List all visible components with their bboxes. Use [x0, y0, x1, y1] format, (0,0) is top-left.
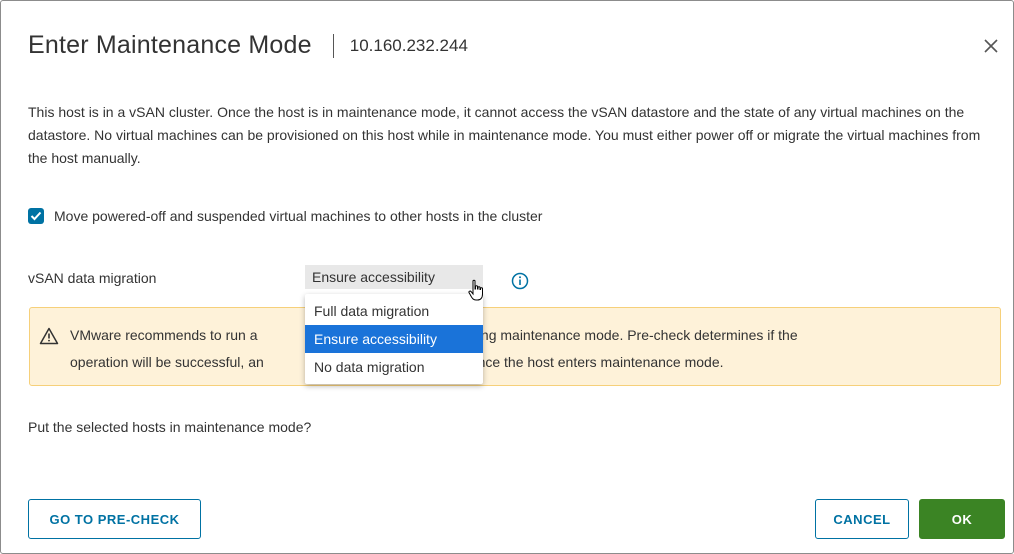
alert-line-1-start: VMware recommends to run a: [70, 327, 262, 343]
host-address: 10.160.232.244: [349, 35, 468, 55]
option-ensure-accessibility[interactable]: Ensure accessibility: [305, 325, 483, 353]
checkmark-icon: [30, 211, 42, 221]
alert-line-2-start: operation will be successful, an: [70, 354, 264, 370]
move-vms-option[interactable]: Move powered-off and suspended virtual m…: [28, 208, 542, 224]
cancel-button[interactable]: CANCEL: [815, 499, 909, 539]
dialog-header: Enter Maintenance Mode 10.160.232.244: [28, 31, 468, 60]
maintenance-mode-dialog: Enter Maintenance Mode 10.160.232.244 Th…: [0, 0, 1014, 554]
hand-cursor-icon: [468, 279, 483, 301]
warning-icon: [39, 327, 59, 345]
move-vms-checkbox[interactable]: [28, 208, 44, 224]
option-full-data-migration[interactable]: Full data migration: [305, 297, 483, 325]
vsan-migration-select[interactable]: Ensure accessibility: [305, 265, 483, 289]
dialog-title: Enter Maintenance Mode: [28, 31, 312, 59]
alert-text: VMware recommends to run a before enteri…: [70, 322, 990, 376]
alert-line-2: operation will be successful, an cluster…: [70, 349, 990, 376]
info-icon[interactable]: [511, 272, 529, 290]
vsan-migration-label: vSAN data migration: [28, 270, 157, 286]
close-icon: [984, 39, 998, 53]
description-text: This host is in a vSAN cluster. Once the…: [28, 104, 981, 166]
title-divider: [332, 33, 334, 58]
precheck-alert: VMware recommends to run a before enteri…: [29, 307, 1001, 386]
ok-button[interactable]: OK: [919, 499, 1005, 539]
confirmation-question: Put the selected hosts in maintenance mo…: [28, 419, 312, 435]
vsan-migration-dropdown: Full data migration Ensure accessibility…: [305, 294, 483, 384]
go-to-precheck-button[interactable]: GO TO PRE-CHECK: [28, 499, 201, 539]
close-button[interactable]: [979, 34, 1003, 58]
option-no-data-migration[interactable]: No data migration: [305, 353, 483, 381]
move-vms-label: Move powered-off and suspended virtual m…: [54, 208, 543, 224]
alert-line-1: VMware recommends to run a before enteri…: [70, 322, 990, 349]
